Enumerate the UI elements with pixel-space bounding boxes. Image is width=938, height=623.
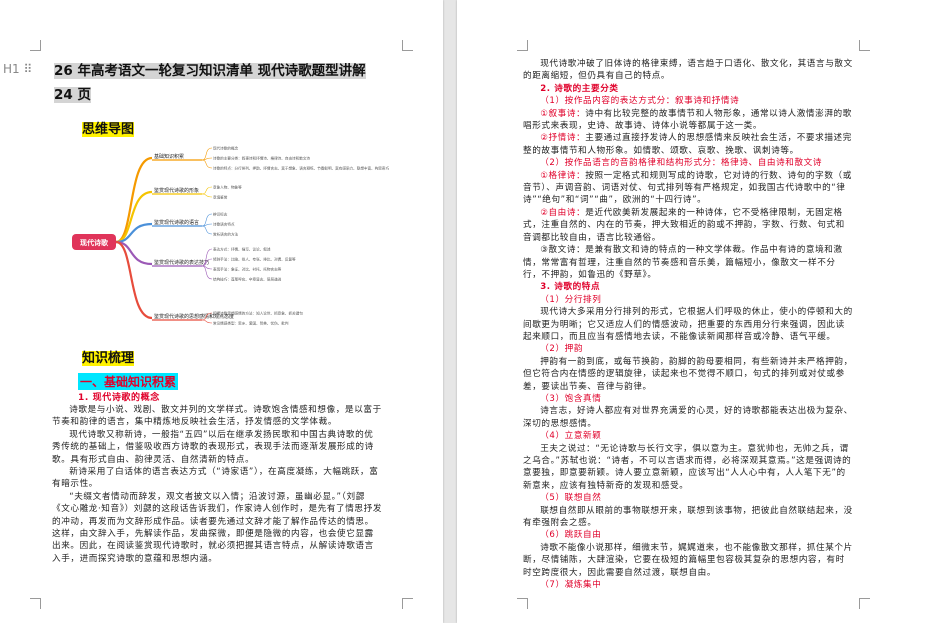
body-text-right: 现代诗歌冲破了旧体诗的格律束缚，语言趋于口语化、散文化，其语言与散文的距离缩短，… [523,58,853,591]
paragraph: ②抒情诗：主要通过直接抒发诗人的思想感情来反映社会生活，不要求描述完整的故事情节… [523,132,853,157]
mindmap-leaf-link [201,223,213,227]
title-text: 26 年高考语文一轮复习知识清单 现代诗歌题型讲解 24 页 [54,63,366,103]
body-text-left: 诗歌是与小说、戏剧、散文并列的文学样式。诗歌饱含情感和想像，是以富于节奏和韵律的… [52,404,382,565]
mindmap-leaf-label: 结构技巧：首尾呼应、卒章显志、层层递进 [213,277,282,282]
mindmap-leaf-link [201,157,213,161]
mindmap-heading: 思维导图 [82,118,135,137]
feature-heading: （5）联想自然 [540,493,602,504]
crop-mark [30,40,41,51]
term-label: ②抒情诗： [540,133,586,144]
crop-mark [30,598,41,609]
knowledge-heading: 知识梳理 [82,347,135,366]
crop-mark [402,598,413,609]
paragraph: 诗歌不能像小说那样，细微末节，娓娓道来，也不能像散文那样，抓住某个片断，尽情铺陈… [523,542,853,578]
crop-mark [517,40,528,51]
term-label: ①叙事诗： [540,108,586,119]
paragraph: 诗言志，好诗人都应有对世界充满爱的心灵，好的诗歌都能表达出极为复杂、深切的思想感… [523,406,853,429]
feature-heading: （6）跳跃自由 [540,530,602,541]
paragraph: 王夫之说过：“无论诗歌与长行文字，俱以意为主。意犹帅也，无帅之兵，谓之乌合。”苏… [523,443,852,491]
mindmap-center-node: 现代诗歌 [72,234,116,250]
term-label: ①格律诗： [540,170,586,181]
mindmap-branch-label: 鉴赏现代诗歌的表达技巧 [154,259,209,266]
document-title: 26 年高考语文一轮复习知识清单 现代诗歌题型讲解 24 页 [54,59,384,107]
mindmap-links [115,156,153,320]
feature-heading: （1）分行排列 [540,294,602,305]
crop-mark [859,40,870,51]
paragraph: ③散文诗：是兼有散文和诗的特点的一种文学体裁。作品中有诗的意境和激情，常常富有哲… [523,245,843,280]
feature-heading: （7）凝炼集中 [540,580,602,591]
mindmap-leaf-label: 现代诗歌的概念 [213,146,239,151]
mindmap-leaf-label: 修辞手法：比喻、拟人、夸张、排比、对偶、反复等 [213,257,296,262]
mindmap-leaf-label: 辨识标志 [213,212,228,217]
mindmap-link [115,240,153,320]
mindmap-branch-label: 基础知识积累 [154,153,184,160]
mindmap-leaf-link [201,186,213,195]
mindmap-leaf-label: 诗歌的主要分类：叙事诗和抒情诗、格律诗、自由诗和散文诗 [213,156,310,161]
heading-style-marker[interactable]: H1 ⠿ [3,62,33,76]
mindmap-link [115,190,153,244]
mindmap-leaf-link [201,193,213,198]
paragraph: ①叙事诗：诗中有比较完整的故事情节和人物形象，通常以诗人激情澎湃的歌唱形式来表现… [523,108,853,133]
section-heading-basics: 一、基础知识积累 [78,373,179,390]
mindmap-leaf-link [201,225,213,235]
paragraph: ①格律诗：按照一定格式和规则写成的诗歌，它对诗的行数、诗句的字数（或音节）、声调… [523,170,853,207]
crop-mark [402,40,413,51]
category-heading: （2）按作品语言的音韵格律和结构形式分：格律诗、自由诗和散文诗 [540,158,823,169]
paragraph: ②自由诗：是近代欧美新发展起来的一种诗体，它不受格律限制，无固定格式，注重自然的… [523,207,853,244]
mindmap-leaf-label: 常见情感类型：思乡、爱国、赞美、忧伤、批判 [213,321,289,326]
crop-mark [517,598,528,609]
center-node-label: 现代诗歌 [80,238,109,247]
heading-level-label: H1 [3,62,20,76]
document-page-left: H1 ⠿ 26 年高考语文一轮复习知识清单 现代诗歌题型讲解 24 页 思维导图… [0,0,443,623]
subheading-features: 3. 诗歌的特点 [540,282,601,293]
paragraph: 现代诗歌冲破了旧体诗的格律束缚，语言趋于口语化、散文化，其语言与散文的距离缩短，… [523,59,853,82]
mindmap-leaf-link [201,319,213,324]
crop-mark [859,598,870,609]
feature-heading: （2）押韵 [540,344,584,355]
feature-heading: （3）饱含真情 [540,393,602,404]
mindmap-branches: 基础知识积累 现代诗歌的概念诗歌的主要分类：叙事诗和抒情诗、格律诗、自由诗和散文诗… [152,146,389,326]
subheading-concept: 1. 现代诗歌的概念 [78,393,160,403]
paragraph: 新诗采用了白话体的语言表达方式（“诗家语”），在高度凝练，大幅跳跃，富有暗示性。 [52,467,379,490]
mindmap-diagram: 基础知识积累 现代诗歌的概念诗歌的主要分类：叙事诗和抒情诗、格律诗、自由诗和散文诗… [72,146,389,326]
mindmap-leaf-label: 诗歌语言特点 [213,222,235,227]
paragraph: 联想自然即从眼前的事物联想开来，联想到该事物，把彼此自然联结起来，没有牵强附会之… [523,505,853,529]
mindmap-leaf-link [201,159,213,169]
feature-heading: （4）立意新颖 [540,431,602,442]
mindmap-leaf-label: 意象人物、物象等 [213,185,242,190]
mindmap-leaf-label: 诗歌的特点：分行排列、押韵、抒情言志、富于想象、语言凝练、节奏鲜明、富有感染力、… [213,166,389,171]
mindmap-leaf-label: 意境鉴赏 [213,195,228,200]
mindmap-branch-label: 鉴赏现代诗歌的形象 [154,187,199,194]
drag-handle-icon[interactable]: ⠿ [24,62,34,76]
paragraph: 现代诗大多采用分行排列的形式，它根据人们呼吸的休止，使小的停顿和大的间歇更为明晰… [523,307,853,342]
mindmap-leaf-label: 把握诗歌思想感情的方法：知人论世、抓意象、抓关键句 [213,311,303,316]
subheading-categories: 2. 诗歌的主要分类 [540,83,619,94]
category-heading: （1）按作品内容的表达方式分：叙事诗和抒情诗 [540,96,740,107]
mindmap-branch-label: 鉴赏现代诗歌的语言 [154,219,199,226]
mindmap-heading-text: 思维导图 [82,122,135,137]
mindmap-leaf-label: 表达方式：抒情、描写、议论、叙述 [213,247,271,252]
paragraph: “夫缀文者情动而辞发，观文者披文以入情；沿波讨源，虽幽必显。”（刘勰《文心雕龙·… [52,491,383,564]
paragraph: 诗歌是与小说、戏剧、散文并列的文学样式。诗歌饱含情感和想像，是以富于节奏和韵律的… [52,405,382,428]
mindmap-leaf-label: 表现手法：象征、对比、衬托、托物言志等 [213,267,282,272]
document-page-right: 现代诗歌冲破了旧体诗的格律束缚，语言趋于口语化、散文化，其语言与散文的距离缩短，… [457,0,938,623]
paragraph: 现代诗歌又称新诗，一般指“五四”以后在继承发扬民歌和中国古典诗歌的优秀传统的基础… [52,429,374,465]
paragraph: 押韵有一韵到底，或每节换韵，韵脚的韵母要相同，有些新诗并未严格押韵，但它符合内在… [523,356,853,392]
knowledge-heading-text: 知识梳理 [82,351,135,366]
term-label: ②自由诗： [540,207,586,218]
mindmap-leaf-label: 赏析语言的方法 [213,232,239,237]
